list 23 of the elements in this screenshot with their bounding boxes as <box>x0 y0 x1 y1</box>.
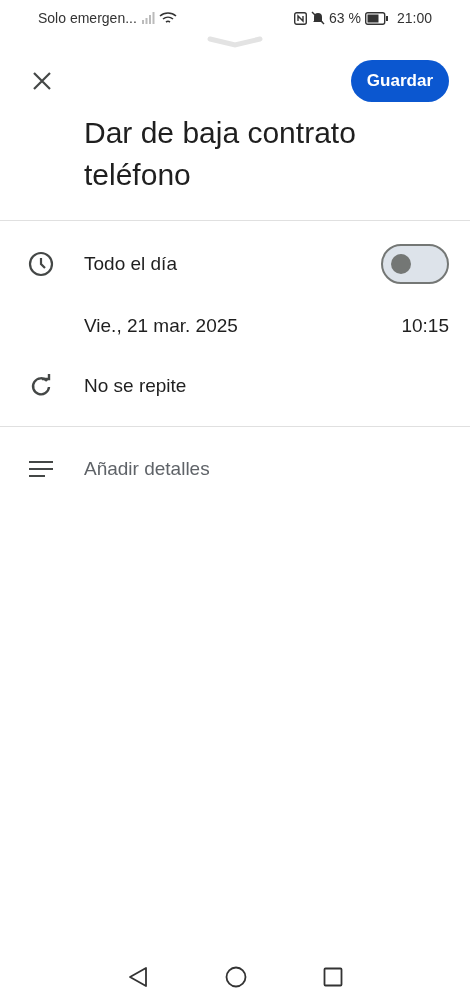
details-field[interactable]: Añadir detalles <box>84 454 449 484</box>
all-day-label: Todo el día <box>84 251 178 276</box>
notes-icon <box>28 460 54 478</box>
event-title-field[interactable]: Dar de baja contrato teléfono <box>84 112 440 196</box>
battery-icon <box>364 11 389 25</box>
signal-icon <box>140 11 155 25</box>
recents-icon[interactable] <box>323 967 343 987</box>
start-time[interactable]: 10:15 <box>401 311 449 341</box>
carrier-text: Solo emergen... <box>38 8 137 28</box>
wifi-icon <box>158 11 177 25</box>
muted-bell-icon <box>311 11 326 25</box>
clock-time: 21:00 <box>396 8 432 28</box>
repeat-label[interactable]: No se repite <box>84 372 187 401</box>
close-icon <box>32 71 52 91</box>
all-day-switch[interactable] <box>381 244 449 284</box>
drag-handle-icon[interactable] <box>207 36 263 48</box>
save-button[interactable]: Guardar <box>350 60 449 102</box>
home-icon[interactable] <box>225 966 247 988</box>
start-date[interactable]: Vie., 21 mar. 2025 <box>84 311 238 341</box>
clock-icon <box>28 251 54 277</box>
nfc-icon <box>294 11 308 25</box>
battery-percent: 63 % <box>329 8 361 28</box>
back-icon[interactable] <box>127 966 149 988</box>
